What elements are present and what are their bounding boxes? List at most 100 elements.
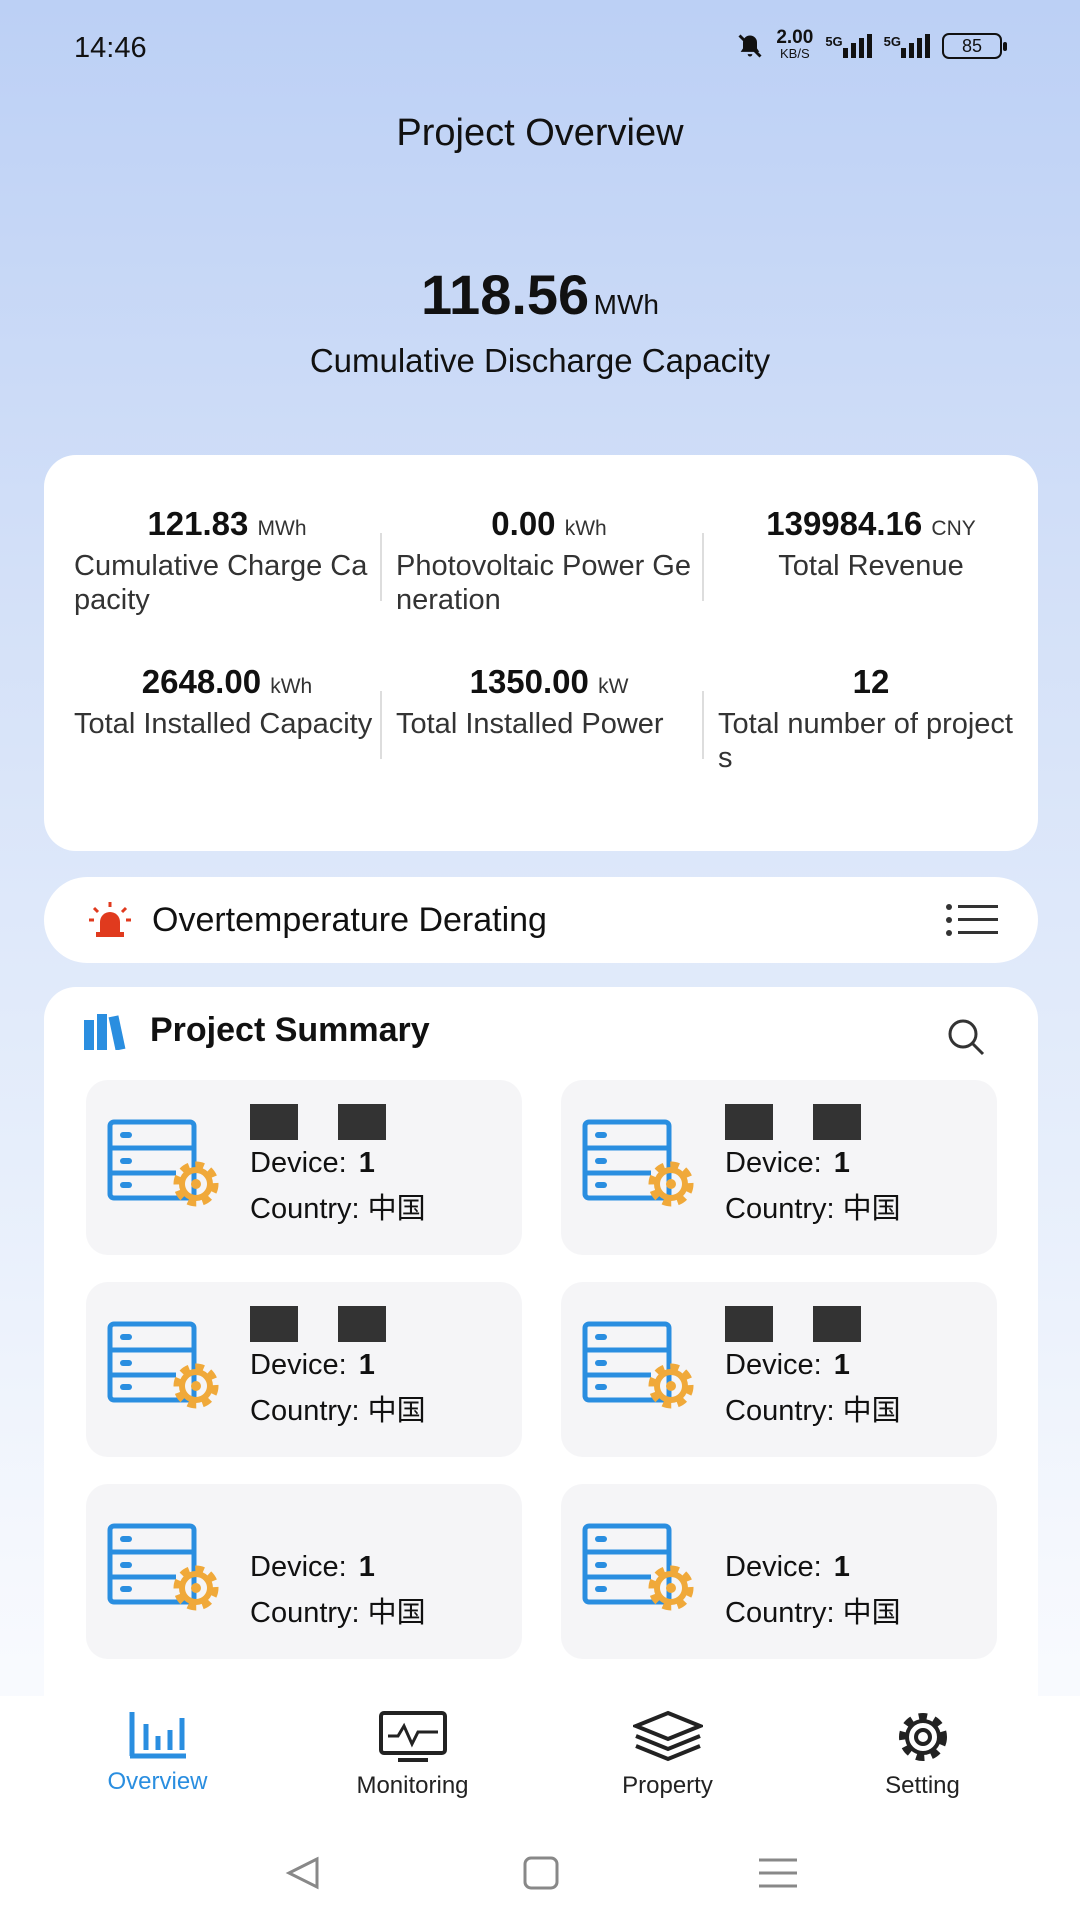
- project-name-redacted: [250, 1305, 426, 1342]
- stat-value: 12: [718, 663, 1024, 701]
- alert-bar[interactable]: Overtemperature Derating: [44, 877, 1038, 963]
- device-count: 1: [358, 1550, 375, 1583]
- stat-label: Cumulative Charge Capacity: [74, 550, 368, 616]
- device-label: Device:: [725, 1550, 822, 1583]
- books-icon: [84, 1013, 126, 1050]
- stats-card: 121.83 MWh Cumulative Charge Capacity 0.00…: [44, 455, 1038, 851]
- project-card[interactable]: Device: 1 Country: 中国: [86, 1282, 522, 1457]
- page-title: Project Overview: [396, 112, 684, 154]
- project-name-redacted: [250, 1508, 426, 1544]
- nav-overview[interactable]: Overview: [58, 1696, 258, 1826]
- country-value: 中国: [842, 1192, 901, 1225]
- country-value: 中国: [367, 1596, 426, 1629]
- alarm-light-icon: [89, 902, 131, 937]
- country-label: Country:: [725, 1596, 835, 1629]
- back-icon[interactable]: [283, 1855, 323, 1891]
- project-info: Device: 1 Country: 中国: [725, 1305, 901, 1434]
- stat-item: 0.00 kWh Photovoltaic Power Generation: [380, 505, 702, 663]
- country-value: 中国: [367, 1192, 426, 1225]
- stat-value: 1350.00 kW: [396, 663, 702, 701]
- hero-label: Cumulative Discharge Capacity: [309, 342, 771, 379]
- stat-item: 121.83 MWh Cumulative Charge Capacity: [58, 505, 380, 663]
- server-settings-icon: [107, 1321, 219, 1408]
- stat-unit: kWh: [270, 675, 313, 698]
- stat-unit: CNY: [931, 517, 976, 540]
- stat-unit: kWh: [564, 517, 607, 540]
- nav-property[interactable]: Property: [568, 1696, 768, 1826]
- stat-item: 2648.00 kWh Total Installed Capacity: [58, 663, 380, 821]
- project-name-redacted: [725, 1305, 901, 1342]
- net-speed: 2.00: [776, 27, 814, 48]
- project-card[interactable]: Device: 1 Country: 中国: [561, 1080, 997, 1255]
- bottom-nav: Overview Monitoring Property Setting: [0, 1696, 1080, 1826]
- gear-icon: [898, 1713, 947, 1761]
- summary-header: Project Summary: [84, 1011, 430, 1050]
- nav-monitoring[interactable]: Monitoring: [313, 1696, 513, 1826]
- project-card[interactable]: Device: 1 Country: 中国: [561, 1484, 997, 1659]
- sim1-label: 5G: [825, 34, 843, 49]
- stat-item: 1350.00 kW Total Installed Power: [380, 663, 702, 821]
- device-count: 1: [358, 1348, 375, 1381]
- stat-number: 121.83: [147, 505, 249, 542]
- bell-muted-icon: [738, 34, 762, 58]
- device-label: Device:: [725, 1146, 822, 1179]
- country-value: 中国: [367, 1394, 426, 1427]
- project-info: Device: 1 Country: 中国: [250, 1103, 426, 1232]
- stat-value: 0.00 kWh: [396, 505, 702, 543]
- server-settings-icon: [107, 1523, 219, 1610]
- device-label: Device:: [725, 1348, 822, 1381]
- stat-number: 139984.16: [766, 505, 923, 542]
- project-name-redacted: [725, 1103, 901, 1140]
- search-icon[interactable]: [946, 1017, 986, 1057]
- device-count: 1: [833, 1146, 850, 1179]
- server-settings-icon: [582, 1321, 694, 1408]
- stat-label: Total Revenue: [778, 550, 964, 582]
- list-icon[interactable]: [946, 903, 998, 937]
- hero-number: 118.56: [421, 263, 590, 326]
- project-info: Device: 1 Country: 中国: [250, 1305, 426, 1434]
- country-value: 中国: [842, 1596, 901, 1629]
- net-unit: KB/S: [780, 46, 810, 61]
- project-card[interactable]: Device: 1 Country: 中国: [561, 1282, 997, 1457]
- country-label: Country:: [250, 1192, 360, 1225]
- device-count: 1: [358, 1146, 375, 1179]
- project-name-redacted: [725, 1508, 901, 1544]
- device-label: Device:: [250, 1550, 347, 1583]
- bar-chart-icon: [129, 1712, 186, 1759]
- sim2-label: 5G: [883, 34, 901, 49]
- server-settings-icon: [582, 1523, 694, 1610]
- stat-label: Total Installed Capacity: [74, 708, 373, 740]
- country-label: Country:: [725, 1394, 835, 1427]
- battery-level: 85: [961, 35, 983, 56]
- hero-value: 118.56 MWh: [0, 262, 1080, 327]
- signal-icon: [842, 34, 872, 58]
- nav-label: Setting: [885, 1772, 960, 1799]
- stat-value: 121.83 MWh: [74, 505, 380, 543]
- home-icon[interactable]: [523, 1856, 559, 1890]
- stat-item: 139984.16 CNY Total Revenue: [702, 505, 1024, 663]
- signal-icon: [901, 34, 930, 58]
- stat-number: 1350.00: [469, 663, 589, 700]
- status-icons: 2.00 KB/S 5G 5G 85: [736, 27, 1007, 62]
- monitor-icon: [378, 1711, 447, 1762]
- stat-unit: kW: [598, 675, 629, 698]
- project-card[interactable]: Device: 1 Country: 中国: [86, 1080, 522, 1255]
- system-nav: [0, 1826, 1080, 1920]
- stat-value: 2648.00 kWh: [74, 663, 380, 701]
- nav-label: Property: [622, 1772, 713, 1799]
- project-name-redacted: [250, 1103, 426, 1140]
- stat-value: 139984.16 CNY: [718, 505, 1024, 543]
- project-info: Device: 1 Country: 中国: [725, 1508, 901, 1636]
- project-card[interactable]: Device: 1 Country: 中国: [86, 1484, 522, 1659]
- device-count: 1: [833, 1550, 850, 1583]
- project-info: Device: 1 Country: 中国: [250, 1508, 426, 1636]
- summary-title: Project Summary: [150, 1011, 430, 1049]
- nav-setting[interactable]: Setting: [823, 1696, 1023, 1826]
- country-value: 中国: [842, 1394, 901, 1427]
- server-settings-icon: [582, 1119, 694, 1206]
- stat-number: 2648.00: [141, 663, 262, 700]
- stat-unit: MWh: [257, 517, 307, 540]
- menu-icon[interactable]: [759, 1857, 797, 1889]
- layers-icon: [632, 1710, 703, 1762]
- country-label: Country:: [250, 1394, 360, 1427]
